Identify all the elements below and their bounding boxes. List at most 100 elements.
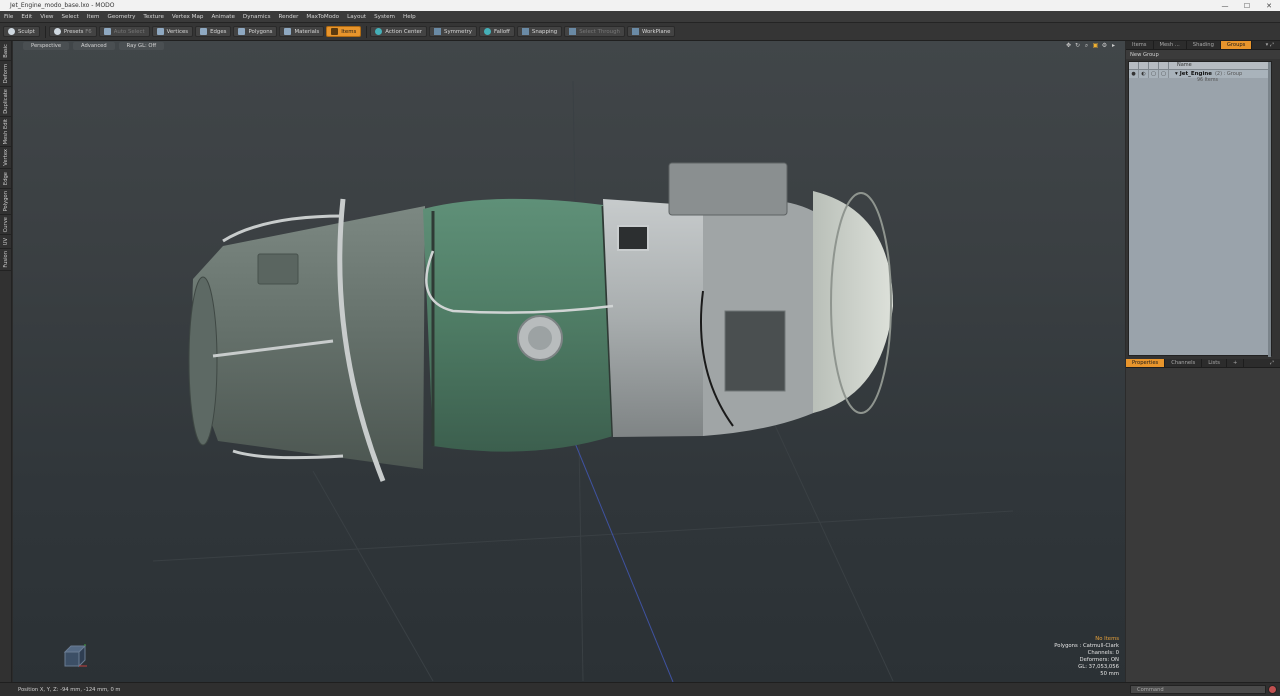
items-button[interactable]: Items (326, 26, 362, 37)
menu-render[interactable]: Render (275, 14, 303, 20)
tab-fusion[interactable]: Fusion (0, 249, 12, 271)
expand-view-icon[interactable]: ▸ (1110, 42, 1117, 49)
shading-mode-dropdown[interactable]: Advanced (73, 42, 115, 50)
tool-tabs: Basic Deform Duplicate Mesh Edit Vertex … (0, 41, 12, 682)
tab-polygon[interactable]: Polygon (0, 189, 12, 215)
menu-system[interactable]: System (370, 14, 399, 20)
menu-texture[interactable]: Texture (139, 14, 167, 20)
edges-button[interactable]: Edges (195, 26, 232, 37)
menu-animate[interactable]: Animate (207, 14, 238, 20)
3d-viewport[interactable]: Perspective Advanced Ray GL: Off ✥ ↻ ⌕ ▣… (13, 41, 1125, 682)
tab-shading[interactable]: Shading (1187, 41, 1221, 49)
menu-help[interactable]: Help (399, 14, 420, 20)
lock-icon[interactable]: ▢ (1149, 70, 1159, 78)
deformers-info: Deformers: ON (1079, 657, 1119, 663)
title-bar: Jet_Engine_modo_base.lxo - MODO — ☐ ✕ (0, 0, 1280, 11)
tab-mesh-edit[interactable]: Mesh Edit (0, 117, 12, 147)
menu-dynamics[interactable]: Dynamics (239, 14, 275, 20)
tab-duplicate[interactable]: Duplicate (0, 87, 12, 117)
tab-uv[interactable]: UV (0, 235, 12, 249)
tab-channels[interactable]: Channels (1165, 359, 1203, 367)
tab-groups[interactable]: Groups (1220, 41, 1253, 49)
select-column (1159, 61, 1169, 70)
minimize-button[interactable]: — (1214, 0, 1236, 11)
toolbar-divider (44, 25, 46, 38)
command-history-icon[interactable] (1268, 685, 1277, 694)
menu-select[interactable]: Select (58, 14, 83, 20)
vertices-button[interactable]: Vertices (151, 26, 194, 37)
view-perspective-dropdown[interactable]: Perspective (23, 42, 70, 50)
add-tab-button[interactable]: + (1227, 359, 1245, 367)
menu-geometry[interactable]: Geometry (104, 14, 140, 20)
symmetry-icon (434, 28, 442, 35)
close-button[interactable]: ✕ (1258, 0, 1280, 11)
tab-vertex[interactable]: Vertex (0, 147, 12, 169)
eye-icon[interactable]: ● (1129, 70, 1139, 78)
menu-view[interactable]: View (36, 14, 57, 20)
group-row-jet-engine[interactable]: ● ◐ ▢ ▢ ▾ Jet_Engine (2) : Group (1129, 70, 1271, 78)
tab-curve[interactable]: Curve (0, 215, 12, 235)
workplane-button[interactable]: WorkPlane (626, 26, 676, 37)
window-controls: — ☐ ✕ (1214, 0, 1280, 11)
polygons-info: Polygons : Catmull-Clark (1054, 643, 1119, 649)
tab-properties[interactable]: Properties (1126, 359, 1166, 367)
tab-items[interactable]: Items (1126, 41, 1154, 49)
menu-vertex-map[interactable]: Vertex Map (168, 14, 208, 20)
group-name: ▾ Jet_Engine (2) : Group (1175, 71, 1243, 77)
brush-icon (8, 28, 15, 35)
snapping-button[interactable]: Snapping (516, 26, 563, 37)
command-input[interactable]: Command (1130, 685, 1266, 694)
menu-item[interactable]: Item (83, 14, 104, 20)
select-icon[interactable]: ▢ (1159, 70, 1169, 78)
view-settings-icon[interactable]: ⚙ (1101, 42, 1108, 49)
polygons-button[interactable]: Polygons (233, 26, 278, 37)
menu-layout[interactable]: Layout (343, 14, 370, 20)
sculpt-button[interactable]: Sculpt (3, 26, 40, 37)
tab-mesh[interactable]: Mesh ... (1154, 41, 1187, 49)
panel-menu-icon[interactable]: ▾ ⤢ (1260, 41, 1280, 49)
tab-deform[interactable]: Deform (0, 61, 12, 87)
window-title: Jet_Engine_modo_base.lxo - MODO (10, 2, 115, 9)
z-axis-line (574, 442, 674, 682)
tab-edge[interactable]: Edge (0, 169, 12, 189)
maximize-button[interactable]: ☐ (1236, 0, 1258, 11)
menu-edit[interactable]: Edit (17, 14, 36, 20)
selection-info: No Items (1095, 636, 1119, 642)
fit-view-icon[interactable]: ▣ (1092, 42, 1099, 49)
jet-engine-model (188, 162, 893, 482)
snapping-icon (521, 28, 529, 35)
render-icon[interactable]: ◐ (1139, 70, 1149, 78)
viewport-nav-controls: ✥ ↻ ⌕ ▣ ⚙ ▸ (1065, 42, 1117, 49)
tab-lists[interactable]: Lists (1202, 359, 1227, 367)
materials-button[interactable]: Materials (279, 26, 325, 37)
channels-info: Channels: 0 (1087, 650, 1119, 656)
gl-info: GL: 37,053,056 (1078, 664, 1119, 670)
presets-icon (53, 28, 61, 35)
properties-panel-tabs: Properties Channels Lists + ⤢ (1126, 359, 1280, 368)
lens-info: 50 mm (1100, 671, 1119, 677)
menu-maxtomodo[interactable]: MaxToModo (302, 14, 343, 20)
tab-basic[interactable]: Basic (0, 41, 12, 61)
item-icon (331, 28, 339, 35)
action-center-button[interactable]: Action Center (370, 26, 428, 37)
menu-file[interactable]: File (0, 14, 17, 20)
polygon-icon (238, 28, 246, 35)
move-view-icon[interactable]: ✥ (1065, 42, 1072, 49)
rotate-view-icon[interactable]: ↻ (1074, 42, 1081, 49)
new-group-button[interactable]: New Group (1126, 50, 1280, 59)
select-through-icon (569, 28, 577, 35)
falloff-button[interactable]: Falloff (478, 26, 515, 37)
menu-bar: File Edit View Select Item Geometry Text… (0, 11, 1280, 23)
properties-menu-icon[interactable]: ⤢ (1264, 359, 1280, 367)
zoom-view-icon[interactable]: ⌕ (1083, 42, 1090, 49)
select-through-button[interactable]: Select Through (564, 26, 625, 37)
presets-button[interactable]: Presets F6 (48, 26, 97, 37)
orientation-cube-icon[interactable] (63, 644, 89, 670)
groups-scrollbar[interactable] (1268, 62, 1271, 357)
jet-engine-scene[interactable] (13, 41, 1125, 682)
material-icon (284, 28, 292, 35)
symmetry-button[interactable]: Symmetry (429, 26, 477, 37)
ray-gl-toggle[interactable]: Ray GL: Off (118, 42, 165, 50)
auto-select-button[interactable]: Auto Select (98, 26, 150, 37)
groups-list-header: Name (1129, 61, 1271, 70)
